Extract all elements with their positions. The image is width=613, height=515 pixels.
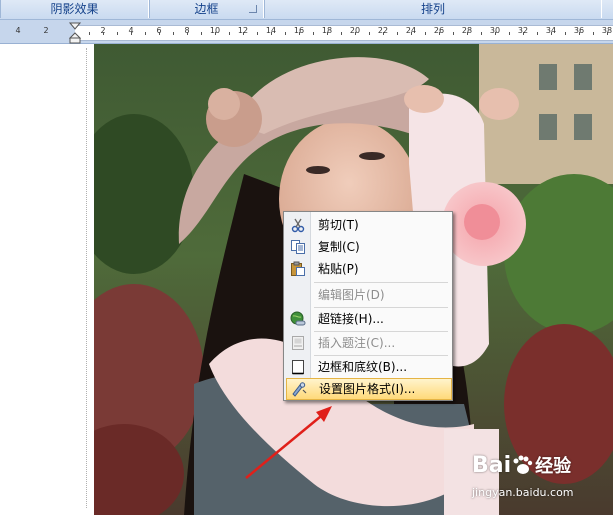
ruler-tick xyxy=(495,32,496,35)
ruler-tick xyxy=(537,32,538,35)
menu-item-label: 粘贴(P) xyxy=(318,262,359,276)
dialog-launcher-icon[interactable] xyxy=(249,5,257,13)
caption-icon xyxy=(292,336,304,350)
ruler-tick xyxy=(229,32,230,35)
ruler-tick xyxy=(425,32,426,35)
ruler-tick xyxy=(313,32,314,35)
watermark-logo-cn: 经验 xyxy=(535,456,572,477)
menu-item-label: 复制(C) xyxy=(318,240,360,254)
ruler-tick xyxy=(551,32,552,35)
ruler-number: 2 xyxy=(43,26,49,35)
ruler-tick xyxy=(215,32,216,35)
ruler-tick xyxy=(131,32,132,35)
context-menu: 剪切(T) 复制(C) 粘贴(P) 编辑图片(D) 超链接(H)... 插入题注… xyxy=(283,211,453,401)
ruler-tick xyxy=(369,32,370,35)
document-margin xyxy=(0,44,93,515)
ruler-tick xyxy=(579,32,580,35)
ruler-tick xyxy=(383,32,384,35)
ruler-tick xyxy=(523,32,524,35)
ruler-tick xyxy=(593,32,594,35)
scissors-icon xyxy=(291,218,305,233)
ribbon-group-arrange[interactable]: 排列 xyxy=(264,0,602,18)
ruler-tick xyxy=(159,32,160,35)
ruler-tick xyxy=(299,32,300,35)
menu-item-paste[interactable]: 粘贴(P) xyxy=(286,258,450,280)
menu-item-label: 编辑图片(D) xyxy=(318,288,385,302)
ruler-tick xyxy=(341,32,342,35)
ruler-tick xyxy=(355,32,356,35)
ribbon-group-bar: 阴影效果 边框 排列 xyxy=(0,0,613,20)
ruler-number: 38 xyxy=(601,26,613,35)
ruler-tick xyxy=(439,32,440,35)
ribbon-group-shadow-effects[interactable]: 阴影效果 xyxy=(0,0,149,18)
ruler-tick xyxy=(327,32,328,35)
paste-icon xyxy=(291,261,305,276)
ruler-tick xyxy=(173,32,174,35)
ruler-tick xyxy=(397,32,398,35)
paw-icon xyxy=(513,455,533,474)
watermark-logo-text: Bai xyxy=(472,453,512,478)
ruler-tick xyxy=(103,32,104,35)
menu-item-edit-picture: 编辑图片(D) xyxy=(286,284,450,306)
hyperlink-globe-icon xyxy=(290,311,306,326)
ruler-tick xyxy=(271,32,272,35)
ribbon-group-label: 边框 xyxy=(194,2,219,16)
ribbon-group-label: 阴影效果 xyxy=(50,2,99,16)
ruler-tick xyxy=(565,32,566,35)
ruler-tick xyxy=(89,32,90,35)
format-picture-icon xyxy=(292,382,307,397)
ruler-tick xyxy=(187,32,188,35)
ruler-tick xyxy=(243,32,244,35)
watermark-url: jingyan.baidu.com xyxy=(472,486,574,499)
ruler-tick xyxy=(411,32,412,35)
ruler-tick xyxy=(509,32,510,35)
menu-item-label: 超链接(H)... xyxy=(318,312,384,326)
ruler-number: 4 xyxy=(15,26,21,35)
ruler-tick xyxy=(257,32,258,35)
menu-item-cut[interactable]: 剪切(T) xyxy=(286,214,450,236)
watermark-logo: Bai 经验 xyxy=(472,452,571,478)
horizontal-ruler[interactable]: 4 2 2 4 6 8 10 12 14 16 18 20 22 24 26 28 30 32 34 36 38 xyxy=(0,20,613,44)
ruler-tick xyxy=(201,32,202,35)
menu-item-format-picture[interactable]: 设置图片格式(I)... xyxy=(286,378,452,400)
menu-item-borders-shading[interactable]: 边框和底纹(B)... xyxy=(286,356,450,378)
copy-icon xyxy=(291,240,305,254)
ruler-tick xyxy=(607,32,608,35)
ruler-tick xyxy=(453,32,454,35)
menu-item-label: 设置图片格式(I)... xyxy=(319,382,416,396)
menu-item-hyperlink[interactable]: 超链接(H)... xyxy=(286,308,450,330)
border-page-icon xyxy=(292,360,304,375)
menu-item-label: 剪切(T) xyxy=(318,218,359,232)
menu-item-insert-caption: 插入题注(C)... xyxy=(286,332,450,354)
menu-separator xyxy=(314,282,448,283)
ribbon-group-border[interactable]: 边框 xyxy=(149,0,264,18)
ruler-tick xyxy=(285,32,286,35)
ruler-tick xyxy=(117,32,118,35)
ruler-tick xyxy=(467,32,468,35)
page-boundary xyxy=(86,48,88,508)
baidu-jingyan-watermark: Bai 经验 jingyan.baidu.com xyxy=(472,452,612,512)
ruler-tick xyxy=(481,32,482,35)
ruler-tick xyxy=(145,32,146,35)
menu-item-label: 边框和底纹(B)... xyxy=(318,360,408,374)
indent-marker-icon[interactable] xyxy=(69,22,81,44)
ribbon-group-label: 排列 xyxy=(420,2,445,16)
menu-item-label: 插入题注(C)... xyxy=(318,336,396,350)
menu-item-copy[interactable]: 复制(C) xyxy=(286,236,450,258)
